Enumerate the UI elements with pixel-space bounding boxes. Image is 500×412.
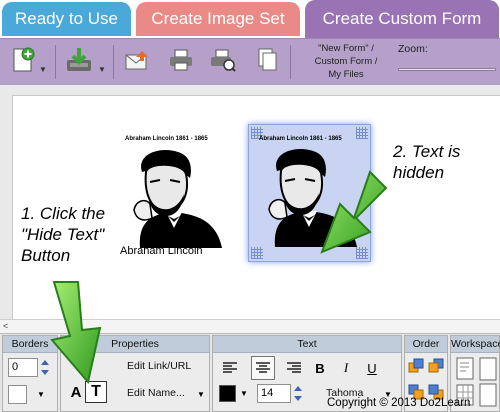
- panel-title: Workspace: [451, 336, 500, 353]
- print-button[interactable]: [166, 45, 196, 75]
- printer-icon: [170, 49, 192, 71]
- resize-handle[interactable]: [251, 247, 263, 259]
- align-center-button[interactable]: [251, 356, 275, 380]
- new-page-button[interactable]: [8, 45, 38, 75]
- print-preview-button[interactable]: [208, 45, 238, 75]
- font-size-stepper-icon[interactable]: [292, 384, 304, 403]
- form-path-line: Custom Form /: [314, 56, 378, 67]
- align-center-icon: [256, 362, 270, 373]
- align-right-icon[interactable]: [285, 360, 303, 376]
- zoom-label: Zoom:: [398, 43, 428, 55]
- save-download-icon: [67, 48, 91, 71]
- lincoln-portrait-image: [133, 150, 222, 248]
- annotation-click-hide-text: 1. Click the "Hide Text" Button: [21, 203, 105, 266]
- copyright-text: Copyright © 2013 Do2Learn: [327, 397, 471, 409]
- send-backward-icon[interactable]: [428, 358, 444, 374]
- tab-label: Ready to Use: [15, 9, 118, 28]
- image-card[interactable]: Abraham Lincoln 1861 - 1865 Abraham Linc…: [118, 126, 226, 262]
- font-size-input[interactable]: 14: [257, 384, 291, 403]
- page-edge-icon[interactable]: [479, 357, 499, 407]
- bring-forward-icon[interactable]: [408, 358, 424, 374]
- underline-button[interactable]: U: [361, 357, 383, 379]
- annotation-text-hidden: 2. Text is hidden: [393, 141, 460, 183]
- panel-title: Text: [213, 336, 401, 353]
- green-arrow-down-icon: [50, 281, 102, 385]
- page-layout-icon[interactable]: [455, 357, 477, 381]
- card-header-text: Abraham Lincoln 1861 - 1865: [125, 136, 208, 142]
- border-width-input[interactable]: 0: [8, 358, 38, 377]
- annotation-line: Button: [21, 246, 71, 265]
- panel-title: Order: [405, 336, 447, 353]
- email-button[interactable]: [122, 45, 152, 75]
- email-icon: [125, 51, 148, 70]
- form-path-line: My Files: [328, 69, 364, 80]
- main-toolbar: ▼ ▼ "New Form" / Custom Form / My Files …: [0, 38, 500, 115]
- chevron-down-icon[interactable]: ▼: [37, 390, 45, 399]
- bold-button[interactable]: B: [309, 357, 331, 379]
- form-path-breadcrumb: "New Form" / Custom Form / My Files: [298, 42, 394, 81]
- chevron-down-icon[interactable]: ▼: [197, 390, 205, 399]
- print-preview-icon: [211, 49, 236, 72]
- italic-button[interactable]: I: [335, 357, 357, 379]
- card-caption-text: Abraham Lincoln: [120, 245, 203, 257]
- zoom-slider-track[interactable]: [398, 68, 496, 71]
- border-color-swatch[interactable]: [8, 385, 27, 404]
- chevron-down-icon[interactable]: ▼: [98, 65, 106, 74]
- annotation-line: 2. Text is: [393, 142, 461, 161]
- tab-label: Create Custom Form: [322, 9, 482, 28]
- form-path-line: "New Form" /: [318, 43, 374, 54]
- toolbar-divider: [290, 45, 291, 79]
- tab-label: Create Image Set: [151, 9, 285, 28]
- resize-handle[interactable]: [356, 127, 368, 139]
- edit-link-button[interactable]: Edit Link/URL: [127, 360, 191, 372]
- annotation-line: hidden: [393, 163, 445, 182]
- scroll-left-icon[interactable]: <: [3, 321, 8, 331]
- card-header-text: Abraham Lincoln 1861 - 1865: [259, 136, 342, 142]
- tab-bar: Ready to Use Create Image Set Create Cus…: [0, 0, 500, 38]
- chevron-down-icon[interactable]: ▼: [39, 65, 47, 74]
- tab-create-custom-form[interactable]: Create Custom Form: [305, 0, 499, 38]
- annotation-line: 1. Click the: [21, 204, 106, 223]
- green-arrow-icon: [320, 170, 388, 254]
- annotation-line: "Hide Text": [21, 225, 105, 244]
- save-button[interactable]: [64, 45, 94, 75]
- chevron-down-icon[interactable]: ▼: [240, 389, 248, 398]
- align-left-icon[interactable]: [221, 360, 239, 376]
- text-color-swatch[interactable]: [219, 385, 236, 402]
- toolbar-divider: [55, 45, 56, 79]
- copy-page-button[interactable]: [252, 45, 282, 75]
- toolbar-divider: [113, 45, 114, 79]
- new-page-icon: [13, 47, 35, 72]
- copy-pages-icon: [258, 48, 277, 71]
- tab-create-image-set[interactable]: Create Image Set: [136, 2, 300, 36]
- edit-name-button[interactable]: Edit Name...: [127, 387, 185, 399]
- tab-ready-to-use[interactable]: Ready to Use: [2, 2, 131, 36]
